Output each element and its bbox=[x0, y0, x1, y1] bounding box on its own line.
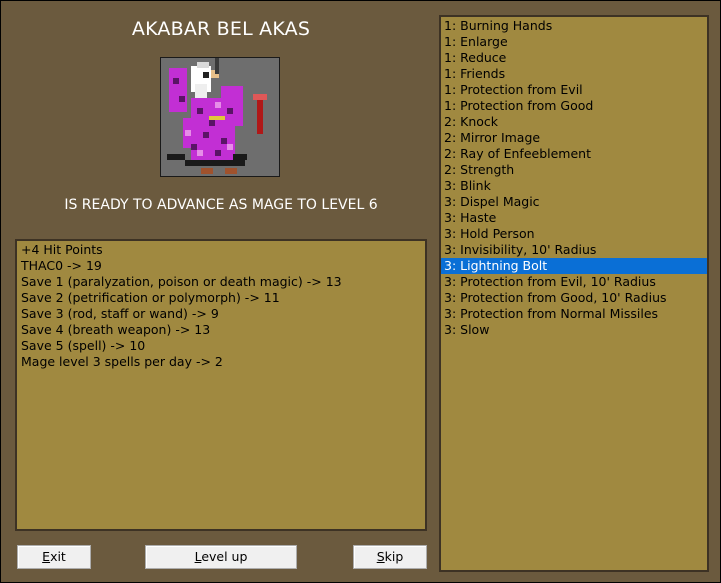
level-up-button[interactable]: Level up bbox=[145, 545, 297, 569]
level-up-dialog: AKABAR BEL AKAS IS READY TO ADVANCE AS M… bbox=[0, 0, 721, 583]
exit-button[interactable]: Exit bbox=[17, 545, 91, 569]
spell-list-item[interactable]: 3: Protection from Good, 10' Radius bbox=[441, 290, 707, 306]
exit-button-label: xit bbox=[50, 549, 66, 564]
spell-list-item[interactable]: 1: Protection from Good bbox=[441, 98, 707, 114]
spell-list-item[interactable]: 3: Invisibility, 10' Radius bbox=[441, 242, 707, 258]
stat-change-line: Save 4 (breath weapon) -> 13 bbox=[21, 322, 211, 337]
spell-list-item[interactable]: 2: Mirror Image bbox=[441, 130, 707, 146]
spell-list-item[interactable]: 2: Strength bbox=[441, 162, 707, 178]
spell-list-item[interactable]: 2: Knock bbox=[441, 114, 707, 130]
advance-message: IS READY TO ADVANCE AS MAGE TO LEVEL 6 bbox=[64, 197, 378, 213]
skip-button[interactable]: Skip bbox=[353, 545, 427, 569]
character-name: AKABAR BEL AKAS bbox=[131, 18, 311, 40]
spell-list-item[interactable]: 3: Hold Person bbox=[441, 226, 707, 242]
spell-list-item-selected[interactable]: 3: Lightning Bolt bbox=[441, 258, 707, 274]
spell-list-item[interactable]: 3: Protection from Evil, 10' Radius bbox=[441, 274, 707, 290]
skip-button-label: kip bbox=[384, 549, 404, 564]
stat-change-line: Mage level 3 spells per day -> 2 bbox=[21, 354, 223, 369]
spell-list-item[interactable]: 3: Blink bbox=[441, 178, 707, 194]
spell-list[interactable]: 1: Burning Hands 1: Enlarge 1: Reduce 1:… bbox=[439, 15, 709, 572]
stat-change-line: Save 3 (rod, staff or wand) -> 9 bbox=[21, 306, 219, 321]
stat-changes-panel: +4 Hit Points THAC0 -> 19 Save 1 (paraly… bbox=[15, 239, 427, 531]
spell-list-item[interactable]: 1: Protection from Evil bbox=[441, 82, 707, 98]
character-portrait bbox=[160, 57, 280, 177]
spell-list-item[interactable]: 2: Ray of Enfeeblement bbox=[441, 146, 707, 162]
spell-list-item[interactable]: 1: Burning Hands bbox=[441, 18, 707, 34]
spell-list-item[interactable]: 1: Enlarge bbox=[441, 34, 707, 50]
stat-change-line: Save 5 (spell) -> 10 bbox=[21, 338, 146, 353]
stat-change-line: THAC0 -> 19 bbox=[21, 258, 102, 273]
stat-change-line: Save 2 (petrification or polymorph) -> 1… bbox=[21, 290, 280, 305]
wizard-portrait-image bbox=[161, 58, 279, 176]
spell-list-item[interactable]: 3: Slow bbox=[441, 322, 707, 338]
spell-list-item[interactable]: 1: Friends bbox=[441, 66, 707, 82]
spell-list-item[interactable]: 3: Dispel Magic bbox=[441, 194, 707, 210]
skip-button-accelerator: S bbox=[376, 549, 385, 564]
spell-list-item[interactable]: 3: Protection from Normal Missiles bbox=[441, 306, 707, 322]
stat-change-line: +4 Hit Points bbox=[21, 242, 103, 257]
level-up-button-label: evel up bbox=[201, 549, 248, 564]
stat-change-line: Save 1 (paralyzation, poison or death ma… bbox=[21, 274, 342, 289]
spell-list-item[interactable]: 3: Haste bbox=[441, 210, 707, 226]
spell-list-item[interactable]: 1: Reduce bbox=[441, 50, 707, 66]
exit-button-accelerator: E bbox=[42, 549, 51, 564]
